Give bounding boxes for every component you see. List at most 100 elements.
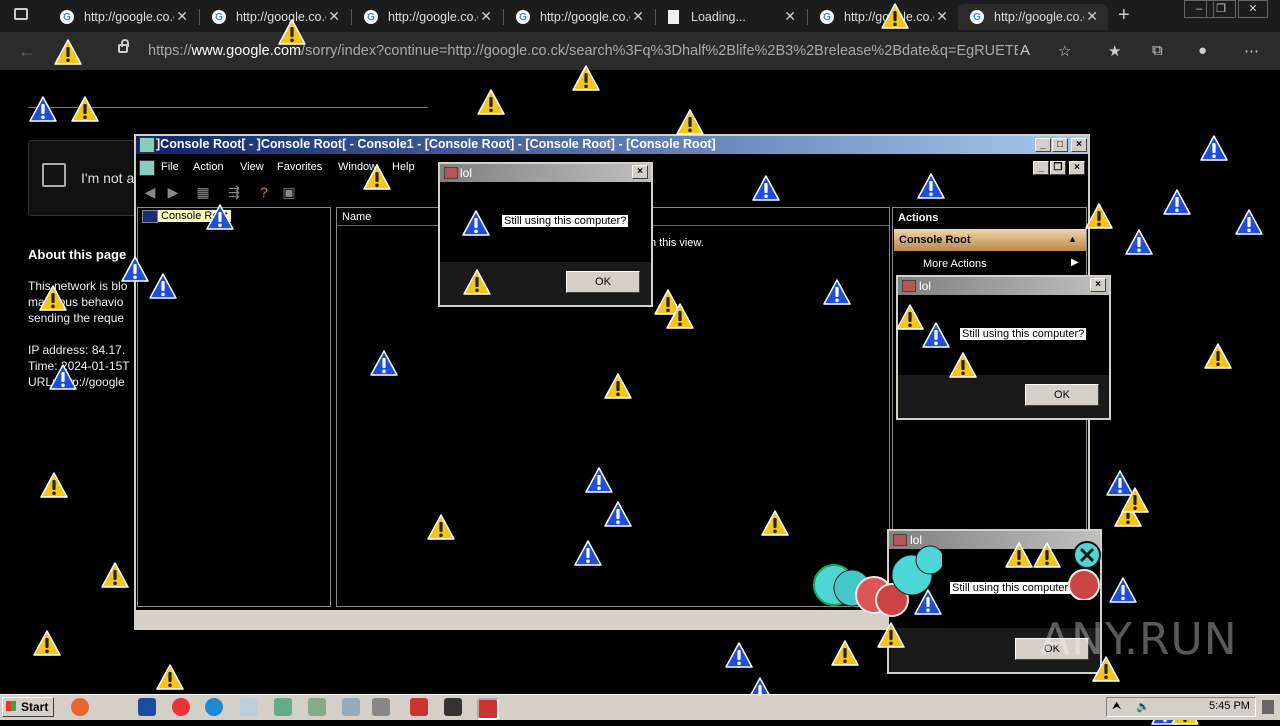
menu-help[interactable]: Help: [392, 161, 415, 173]
windows-logo-icon: [6, 701, 16, 711]
browser-tab[interactable]: Loading... ✕: [656, 4, 806, 30]
warning-icon: [205, 203, 235, 231]
edge-icon[interactable]: [205, 698, 223, 716]
tab-title: http://google.co.ck: [540, 10, 630, 24]
network-app-icon[interactable]: [308, 698, 326, 716]
profile-icon[interactable]: ●: [1198, 42, 1207, 59]
close-button[interactable]: ✕: [1238, 0, 1268, 18]
actions-title: Actions: [898, 212, 939, 224]
browser-tab[interactable]: G http://google.co.ck ✕: [48, 4, 198, 30]
media-player-icon[interactable]: [138, 698, 156, 716]
firefox-icon[interactable]: [71, 698, 89, 716]
dialog-title: lol: [460, 166, 473, 180]
back-arrow-icon[interactable]: ←: [18, 41, 36, 62]
mmc-close-button[interactable]: ×: [1071, 138, 1087, 152]
warning-icon: [1032, 541, 1062, 569]
recaptcha-checkbox[interactable]: [42, 163, 66, 187]
warning-icon: [913, 588, 943, 616]
warning-icon: [948, 351, 978, 379]
warning-icon: [1004, 541, 1034, 569]
menu-file[interactable]: File: [161, 161, 179, 173]
about-text: Time: 2024-01-15T: [28, 359, 130, 373]
tab-close-icon[interactable]: ✕: [480, 8, 492, 25]
child-minimize-button[interactable]: _: [1033, 161, 1049, 175]
actions-section-label: Console Root: [899, 234, 971, 246]
collections-icon[interactable]: ⧉: [1152, 42, 1163, 59]
tab-close-icon[interactable]: ✕: [784, 8, 796, 25]
warning-icon: [1084, 202, 1114, 230]
mmc-minimize-button[interactable]: _: [1035, 138, 1051, 152]
menu-action[interactable]: Action: [193, 161, 224, 173]
app-icon: [902, 280, 916, 292]
warning-icon: [571, 64, 601, 92]
google-icon: G: [212, 10, 226, 24]
taskmgr-icon[interactable]: [274, 698, 292, 716]
warning-icon: [39, 471, 69, 499]
url-prefix: https://: [148, 43, 192, 59]
browser-tab-active[interactable]: G http://google.co.ck ✕: [958, 4, 1108, 30]
child-close-button[interactable]: ×: [1069, 161, 1085, 175]
page-icon: [668, 10, 679, 24]
mmc-maximize-button[interactable]: □: [1052, 138, 1068, 152]
dialog-message: Still using this computer?: [960, 328, 1087, 340]
tab-close-icon[interactable]: ✕: [328, 8, 340, 25]
menu-view[interactable]: View: [240, 161, 264, 173]
add-favorite-icon[interactable]: ☆: [1058, 42, 1071, 60]
notepad-icon[interactable]: [240, 698, 258, 716]
tab-title: http://google.co.ck: [84, 10, 174, 24]
warning-icon: [28, 95, 58, 123]
dialog-close-button[interactable]: ×: [1090, 278, 1106, 292]
google-icon: G: [820, 10, 834, 24]
warning-icon: [603, 500, 633, 528]
chrome-icon[interactable]: [172, 698, 190, 716]
warning-icon: [1234, 208, 1264, 236]
more-actions-item[interactable]: More Actions: [923, 258, 987, 270]
new-tab-button[interactable]: +: [1118, 4, 1130, 27]
forward-icon[interactable]: ▶: [163, 183, 183, 201]
tab-close-icon[interactable]: ✕: [1086, 8, 1098, 25]
more-menu-icon[interactable]: ⋯: [1244, 42, 1259, 60]
cmd-icon[interactable]: [444, 698, 462, 716]
restore-button[interactable]: ❐: [1206, 0, 1236, 18]
anyrun-watermark: ANY.RUN: [1040, 614, 1238, 665]
menu-favorites[interactable]: Favorites: [277, 161, 322, 173]
ok-button[interactable]: OK: [1025, 384, 1099, 406]
show-desktop-icon[interactable]: [1262, 700, 1274, 714]
dialog-title: lol: [919, 279, 932, 293]
action-pane-icon[interactable]: ▣: [279, 183, 299, 201]
browser-tab[interactable]: G http://google.co.ck ✕: [352, 4, 502, 30]
tray-expand-icon[interactable]: ⮝: [1112, 700, 1121, 713]
warning-icon: [48, 363, 78, 391]
child-restore-button[interactable]: ❐: [1050, 161, 1066, 175]
dialog-close-button[interactable]: ×: [632, 165, 648, 179]
volume-icon[interactable]: 🔈: [1136, 700, 1150, 713]
column-header-name[interactable]: Name: [342, 211, 371, 223]
calculator-icon[interactable]: [372, 698, 390, 716]
active-app-icon[interactable]: [477, 698, 499, 720]
help-icon[interactable]: ?: [254, 183, 274, 201]
warning-icon: [822, 278, 852, 306]
warning-icon: [70, 95, 100, 123]
browser-tab[interactable]: G http://google.co.ck ✕: [200, 4, 350, 30]
app-icon: [444, 167, 458, 179]
ok-button[interactable]: OK: [566, 271, 640, 293]
export-list-icon[interactable]: ⇶: [224, 183, 244, 201]
tab-close-icon[interactable]: ✕: [176, 8, 188, 25]
lock-icon[interactable]: [118, 39, 129, 53]
warning-icon: [1120, 486, 1150, 514]
app-window-icon[interactable]: [410, 698, 428, 716]
back-icon[interactable]: ◀: [140, 183, 160, 201]
show-hide-tree-icon[interactable]: ▦: [193, 183, 213, 201]
warning-icon: [1162, 188, 1192, 216]
favorites-icon[interactable]: ★: [1108, 42, 1121, 60]
tab-close-icon[interactable]: ✕: [632, 8, 644, 25]
tab-close-icon[interactable]: ✕: [936, 8, 948, 25]
browser-tab[interactable]: G http://google.co.ck ✕: [504, 4, 654, 30]
read-aloud-icon[interactable]: A: [1020, 42, 1030, 59]
tab-actions-icon[interactable]: [14, 8, 28, 20]
folder-icon: [142, 210, 158, 223]
console-tree-pane: [137, 207, 331, 607]
collapse-icon[interactable]: ▲: [1068, 234, 1077, 244]
warning-icon: [573, 539, 603, 567]
document-icon[interactable]: [342, 698, 360, 716]
